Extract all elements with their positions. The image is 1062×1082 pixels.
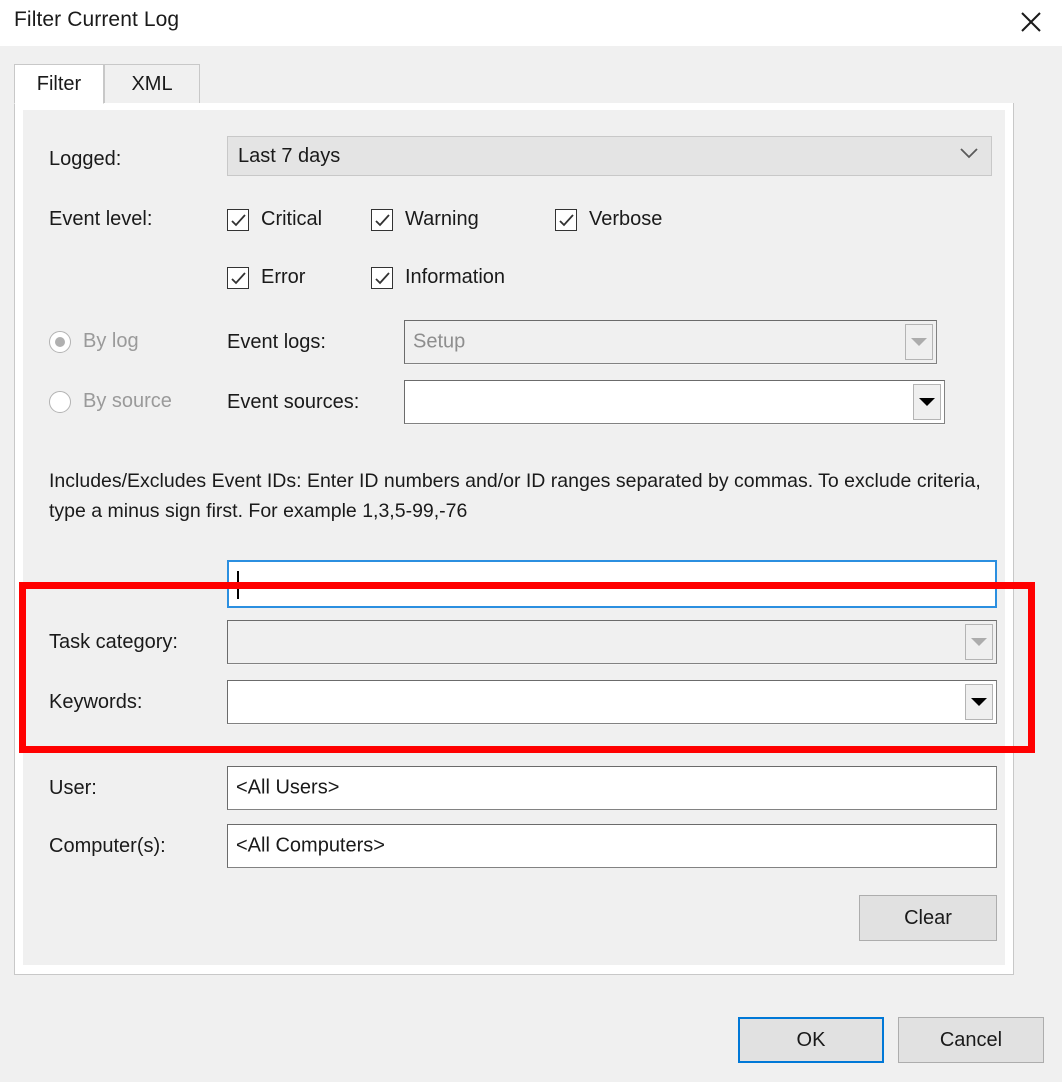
task-category-dropdown-button[interactable] — [965, 624, 993, 660]
ok-button[interactable]: OK — [738, 1017, 884, 1063]
cancel-button[interactable]: Cancel — [898, 1017, 1044, 1063]
checkbox-information-label: Information — [405, 266, 506, 288]
clear-button-label: Clear — [904, 906, 952, 929]
tab-filter-label: Filter — [36, 72, 82, 95]
triangle-down-icon — [911, 338, 927, 346]
checkbox-checked-icon — [371, 208, 393, 231]
filter-current-log-dialog: Filter Current Log Filter XML Logged: La… — [0, 0, 1062, 1082]
event-logs-combobox[interactable]: Setup — [404, 320, 937, 364]
checkbox-information[interactable]: Information — [371, 266, 505, 289]
computers-label: Computer(s): — [49, 835, 166, 857]
tab-filter[interactable]: Filter — [14, 64, 104, 104]
event-ids-help-text: Includes/Excludes Event IDs: Enter ID nu… — [49, 470, 981, 522]
computers-value: <All Computers> — [236, 834, 385, 857]
radio-by-log[interactable]: By log — [49, 330, 139, 353]
tab-strip: Filter XML — [14, 64, 1014, 104]
user-value: <All Users> — [236, 776, 340, 799]
filter-form: Logged: Last 7 days Event level: Critica… — [23, 110, 1005, 965]
checkbox-error[interactable]: Error — [227, 266, 305, 289]
task-category-label: Task category: — [49, 631, 178, 653]
task-category-combobox[interactable] — [227, 620, 997, 664]
checkbox-critical-label: Critical — [261, 208, 323, 230]
computers-input[interactable]: <All Computers> — [227, 824, 997, 868]
clear-button[interactable]: Clear — [859, 895, 997, 941]
logged-value: Last 7 days — [238, 144, 341, 167]
text-caret — [237, 571, 239, 599]
checkbox-verbose[interactable]: Verbose — [555, 208, 662, 231]
checkbox-checked-icon — [227, 208, 249, 231]
triangle-down-icon — [971, 638, 987, 646]
checkbox-checked-icon — [371, 266, 393, 289]
keywords-combobox[interactable] — [227, 680, 997, 724]
event-sources-dropdown-button[interactable] — [913, 384, 941, 420]
checkbox-checked-icon — [227, 266, 249, 289]
cancel-button-label: Cancel — [939, 1028, 1003, 1051]
chevron-down-icon — [959, 147, 979, 165]
event-ids-input[interactable] — [227, 560, 997, 608]
event-sources-label: Event sources: — [227, 391, 360, 413]
event-logs-dropdown-button[interactable] — [905, 324, 933, 360]
event-logs-value: Setup — [413, 330, 466, 353]
keywords-label: Keywords: — [49, 691, 143, 713]
triangle-down-icon — [971, 698, 987, 706]
checkbox-checked-icon — [555, 208, 577, 231]
radio-by-source-label: By source — [83, 390, 172, 412]
logged-label: Logged: — [49, 148, 122, 170]
tab-xml[interactable]: XML — [104, 64, 200, 104]
checkbox-warning[interactable]: Warning — [371, 208, 479, 231]
logged-combobox[interactable]: Last 7 days — [227, 136, 992, 176]
ok-button-label: OK — [796, 1028, 826, 1051]
filter-tab-panel: Logged: Last 7 days Event level: Critica… — [14, 103, 1014, 975]
radio-unselected-icon — [49, 390, 71, 413]
keywords-dropdown-button[interactable] — [965, 684, 993, 720]
page-title: Filter Current Log — [14, 8, 180, 31]
radio-by-log-label: By log — [83, 330, 139, 352]
close-icon[interactable] — [1008, 2, 1054, 42]
checkbox-warning-label: Warning — [405, 208, 479, 230]
user-label: User: — [49, 777, 97, 799]
user-input[interactable]: <All Users> — [227, 766, 997, 810]
checkbox-error-label: Error — [261, 266, 306, 288]
checkbox-verbose-label: Verbose — [589, 208, 663, 230]
radio-by-source[interactable]: By source — [49, 390, 172, 413]
title-bar: Filter Current Log — [0, 0, 1062, 46]
event-sources-combobox[interactable] — [404, 380, 945, 424]
radio-selected-icon — [49, 330, 71, 353]
triangle-down-icon — [919, 398, 935, 406]
event-level-label: Event level: — [49, 208, 153, 230]
event-logs-label: Event logs: — [227, 331, 326, 353]
checkbox-critical[interactable]: Critical — [227, 208, 322, 231]
tab-xml-label: XML — [131, 72, 173, 95]
